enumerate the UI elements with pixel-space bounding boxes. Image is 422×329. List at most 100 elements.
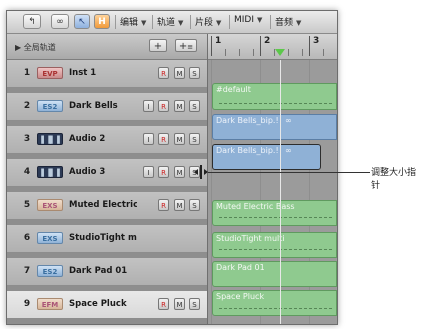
track-number: 1 bbox=[23, 68, 31, 78]
callout-label: 调整大小指针 bbox=[371, 168, 417, 191]
input-monitor-button[interactable]: I bbox=[143, 133, 154, 145]
menu-edit[interactable]: 编辑 ▼ bbox=[120, 15, 146, 28]
track-name[interactable]: Inst 1 bbox=[69, 68, 137, 78]
back-button[interactable]: ↰ bbox=[23, 14, 41, 29]
arrange-area[interactable]: #default Dark Bells_bip.! ∞ Dark Bells_b… bbox=[208, 60, 337, 324]
callout-line bbox=[208, 172, 370, 173]
track-list: 1 EVP Inst 1 R M S 2 ES2 Dark Bells I R … bbox=[7, 60, 207, 324]
solo-button[interactable]: S bbox=[189, 199, 200, 211]
track-number: 3 bbox=[23, 134, 31, 144]
midi-notes bbox=[219, 103, 332, 105]
resize-pointer-icon bbox=[194, 165, 208, 179]
solo-button[interactable]: S bbox=[189, 67, 200, 79]
mute-button[interactable]: M bbox=[174, 298, 185, 310]
track-name[interactable]: Muted Electric ... bbox=[69, 200, 137, 210]
track-row-selected[interactable]: 9 EFM Space Pluck R M S bbox=[7, 291, 207, 319]
mute-button[interactable]: M bbox=[174, 67, 185, 79]
audio-region-selected[interactable]: Dark Bells_bip.! ∞ bbox=[212, 144, 321, 170]
record-enable-button[interactable]: R bbox=[158, 100, 169, 112]
mute-button[interactable]: M bbox=[174, 166, 185, 178]
input-monitor-button[interactable]: I bbox=[143, 166, 154, 178]
solo-button[interactable]: S bbox=[189, 298, 200, 310]
track-name[interactable]: Space Pluck bbox=[69, 299, 137, 309]
midi-region[interactable]: Space Pluck bbox=[212, 290, 337, 316]
midi-region[interactable]: StudioTight multi bbox=[212, 232, 337, 258]
exs-sampler-icon: EXS bbox=[37, 232, 63, 244]
input-monitor-button[interactable]: I bbox=[143, 100, 154, 112]
menu-audio[interactable]: 音频 ▼ bbox=[275, 15, 301, 28]
ruler-subtick bbox=[323, 49, 324, 56]
ruler-bar-number: 2 bbox=[264, 36, 271, 46]
h-toggle-button[interactable]: H bbox=[94, 14, 110, 29]
midi-region[interactable]: Muted Electric Bass bbox=[212, 200, 337, 226]
track-number: 4 bbox=[23, 167, 31, 177]
track-row[interactable]: 1 EVP Inst 1 R M S bbox=[7, 60, 207, 88]
ruler-tick bbox=[211, 36, 212, 56]
playhead-marker-icon[interactable] bbox=[275, 49, 285, 56]
solo-button[interactable]: S bbox=[189, 133, 200, 145]
menu-midi[interactable]: MIDI ▼ bbox=[234, 15, 262, 25]
region-label: Space Pluck bbox=[216, 292, 265, 301]
menu-arrow-icon: ▼ bbox=[178, 19, 184, 27]
plus-list-icon: + bbox=[178, 41, 188, 52]
record-enable-button[interactable]: R bbox=[158, 67, 169, 79]
bar-ruler[interactable]: 1 2 3 bbox=[208, 34, 337, 60]
track-list-header: ▶ 全局轨道 + +≡ bbox=[7, 34, 207, 60]
menu-midi-label: MIDI bbox=[234, 15, 255, 25]
region-label: StudioTight multi bbox=[216, 234, 285, 243]
pointer-tool-button[interactable]: ↖ bbox=[74, 14, 90, 29]
midi-notes bbox=[219, 308, 332, 310]
track-row[interactable]: 4 ▌▐▌▐ Audio 3 I R M S bbox=[7, 159, 207, 187]
record-enable-button[interactable]: R bbox=[158, 133, 169, 145]
midi-region[interactable]: Dark Pad 01 bbox=[212, 261, 337, 287]
menu-region[interactable]: 片段 ▼ bbox=[195, 15, 221, 28]
track-row[interactable]: 5 EXS Muted Electric ... R M S bbox=[7, 192, 207, 220]
mute-button[interactable]: M bbox=[174, 100, 185, 112]
toolbar: ↰ ∞ ↖ H 编辑 ▼ 轨道 ▼ 片段 ▼ MIDI ▼ 音频 ▼ bbox=[7, 11, 337, 34]
ruler-subtick bbox=[253, 49, 254, 56]
menu-arrow-icon: ▼ bbox=[141, 19, 147, 27]
es2-synth-icon: ES2 bbox=[37, 265, 63, 277]
menu-arrow-icon: ▼ bbox=[216, 19, 222, 27]
midi-notes bbox=[219, 217, 332, 219]
toolbar-divider bbox=[152, 15, 153, 29]
menu-region-label: 片段 bbox=[195, 18, 214, 28]
ruler-tick bbox=[260, 36, 261, 56]
evp-instrument-icon: EVP bbox=[37, 67, 63, 79]
ruler-subtick bbox=[288, 49, 289, 56]
ruler-bar-number: 1 bbox=[215, 36, 222, 46]
track-name[interactable]: StudioTight multi bbox=[69, 233, 137, 243]
h-icon: H bbox=[98, 17, 106, 27]
efm-synth-icon: EFM bbox=[37, 298, 63, 310]
menu-track[interactable]: 轨道 ▼ bbox=[157, 15, 183, 28]
track-row[interactable]: 6 EXS StudioTight multi bbox=[7, 225, 207, 253]
toolbar-divider bbox=[270, 15, 271, 29]
record-enable-button[interactable]: R bbox=[158, 166, 169, 178]
audio-waveform-icon: ▌▐▌▐ bbox=[37, 133, 63, 145]
add-track-list-button[interactable]: +≡ bbox=[175, 39, 197, 52]
record-enable-button[interactable]: R bbox=[158, 199, 169, 211]
global-tracks-toggle[interactable]: ▶ 全局轨道 bbox=[15, 42, 56, 53]
link-button[interactable]: ∞ bbox=[51, 14, 69, 29]
track-name[interactable]: Dark Bells bbox=[69, 101, 137, 111]
track-row[interactable]: 2 ES2 Dark Bells I R M S bbox=[7, 93, 207, 121]
record-enable-button[interactable]: R bbox=[158, 298, 169, 310]
track-name[interactable]: Audio 3 bbox=[69, 167, 137, 177]
toolbar-divider bbox=[190, 15, 191, 29]
track-row[interactable]: 3 ▌▐▌▐ Audio 2 I R M S bbox=[7, 126, 207, 154]
audio-region[interactable]: Dark Bells_bip.! ∞ bbox=[212, 114, 337, 140]
menu-edit-label: 编辑 bbox=[120, 18, 139, 28]
track-name[interactable]: Audio 2 bbox=[69, 134, 137, 144]
es2-synth-icon: ES2 bbox=[37, 100, 63, 112]
ruler-tick bbox=[309, 36, 310, 56]
mute-button[interactable]: M bbox=[174, 199, 185, 211]
track-name[interactable]: Dark Pad 01 bbox=[69, 266, 137, 276]
audio-waveform-icon: ▌▐▌▐ bbox=[37, 166, 63, 178]
back-icon: ↰ bbox=[28, 17, 36, 27]
solo-button[interactable]: S bbox=[189, 100, 200, 112]
add-track-button[interactable]: + bbox=[149, 39, 167, 52]
track-number: 9 bbox=[23, 299, 31, 309]
midi-region[interactable]: #default bbox=[212, 83, 337, 110]
track-row[interactable]: 7 ES2 Dark Pad 01 bbox=[7, 258, 207, 286]
mute-button[interactable]: M bbox=[174, 133, 185, 145]
